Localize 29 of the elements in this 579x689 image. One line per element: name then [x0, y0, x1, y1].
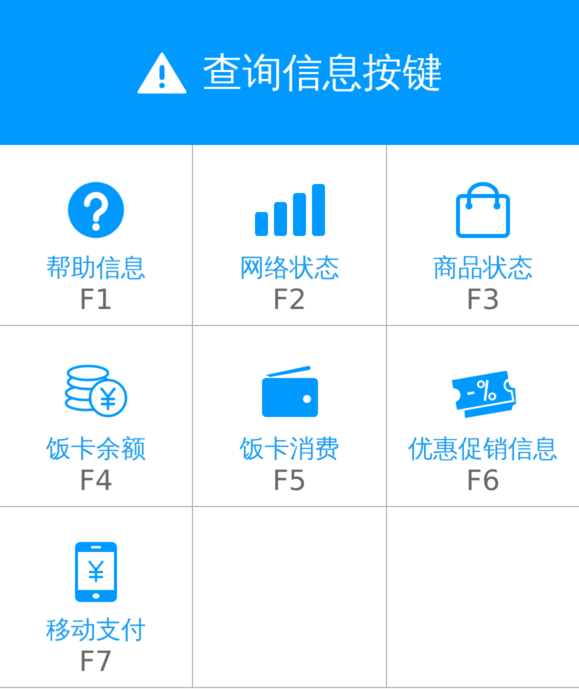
key-label: 商品状态 [433, 253, 533, 283]
key-tile[interactable]: 帮助信息 F1 [0, 145, 193, 326]
key-label: 帮助信息 [46, 253, 146, 283]
key-label: 饭卡消费 [240, 434, 340, 464]
shopping-bag-icon [456, 182, 510, 238]
function-key: F1 [79, 283, 113, 317]
function-key: F7 [79, 645, 113, 679]
key-tile[interactable]: 网络状态 F2 [193, 145, 387, 326]
key-tile[interactable]: 移动支付 F7 [0, 507, 193, 688]
mobile-payment-icon [75, 542, 117, 602]
function-key: F3 [466, 283, 500, 317]
signal-bars-icon [254, 184, 324, 236]
key-label: 网络状态 [240, 253, 340, 283]
key-tile[interactable]: 商品状态 F3 [387, 145, 579, 326]
key-tile[interactable]: 优惠促销信息 F6 [387, 326, 579, 507]
function-key: F2 [272, 283, 306, 317]
function-key: F5 [272, 464, 306, 498]
function-key: F4 [79, 464, 113, 498]
header-title: 查询信息按键 [202, 49, 442, 98]
warning-icon [136, 52, 186, 94]
function-key: F6 [466, 464, 500, 498]
coins-icon [64, 363, 128, 419]
key-tile[interactable]: 饭卡消费 F5 [193, 326, 387, 507]
key-label: 饭卡余额 [46, 434, 146, 464]
key-label: 移动支付 [46, 615, 146, 645]
key-tile[interactable]: 饭卡余额 F4 [0, 326, 193, 507]
key-label: 优惠促销信息 [408, 434, 558, 464]
question-icon [68, 182, 124, 238]
wallet-icon [262, 365, 318, 417]
